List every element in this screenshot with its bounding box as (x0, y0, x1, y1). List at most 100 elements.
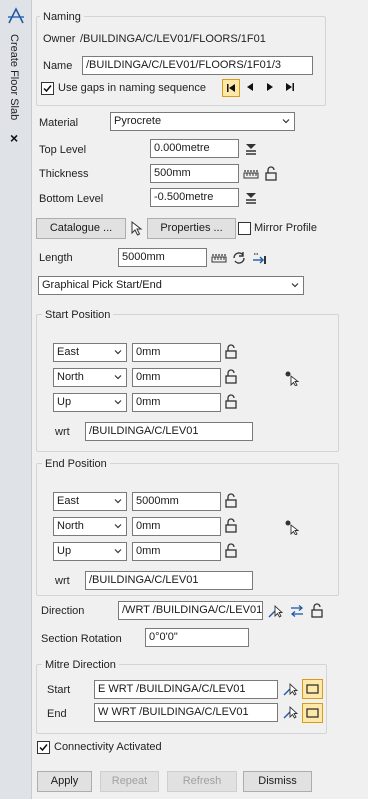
frame-icon (306, 708, 319, 718)
check-icon (39, 744, 48, 752)
side-panel-tab: Create Floor Slab × (0, 0, 32, 799)
align-direction-icon[interactable] (251, 250, 267, 266)
mitre-start-field[interactable]: E WRT /BUILDINGA/C/LEV01 (94, 680, 278, 699)
end-axis-east-value: East (57, 495, 80, 507)
top-level-label: Top Level (39, 144, 87, 156)
end-up-field[interactable]: 0mm (132, 542, 221, 561)
start-position-label: Start Position (42, 309, 114, 321)
unlock-icon[interactable] (223, 518, 239, 534)
mitre-end-field[interactable]: W WRT /BUILDINGA/C/LEV01 (94, 703, 278, 722)
last-button[interactable] (282, 79, 300, 97)
chevron-down-icon (114, 499, 122, 504)
unlock-icon[interactable] (263, 166, 279, 182)
owner-value: /BUILDINGA/C/LEV01/FLOORS/1F01 (80, 33, 266, 45)
mirror-profile-checkbox[interactable] (238, 222, 251, 235)
panel-title: Create Floor Slab (8, 34, 20, 121)
next-button[interactable] (262, 79, 280, 97)
check-icon (43, 85, 52, 93)
properties-button[interactable]: Properties ... (147, 218, 236, 239)
direction-label: Direction (41, 605, 85, 617)
material-value: Pyrocrete (114, 115, 162, 127)
pointer-icon[interactable] (129, 220, 145, 236)
next-icon (267, 83, 273, 91)
start-wrt-label: wrt (55, 426, 70, 438)
pick-level-icon[interactable] (243, 141, 259, 157)
close-icon[interactable]: × (10, 131, 18, 145)
mitre-end-label: End (47, 708, 67, 720)
end-axis-up-select[interactable]: Up (53, 542, 127, 561)
pick-level-icon[interactable] (243, 190, 259, 206)
thickness-field[interactable]: 500mm (150, 164, 239, 183)
start-north-field[interactable]: 0mm (132, 368, 221, 387)
pick-mode-value: Graphical Pick Start/End (42, 279, 162, 291)
unlock-icon[interactable] (223, 394, 239, 410)
apply-button[interactable]: Apply (37, 771, 92, 792)
start-axis-north-value: North (57, 371, 84, 383)
chevron-down-icon (114, 524, 122, 529)
material-select[interactable]: Pyrocrete (110, 112, 295, 131)
start-east-field[interactable]: 0mm (132, 343, 221, 362)
pick-direction-icon[interactable] (282, 704, 298, 720)
dismiss-button[interactable]: Dismiss (243, 771, 312, 792)
end-east-field[interactable]: 5000mm (132, 492, 221, 511)
section-rotation-field[interactable]: 0°0'0" (145, 628, 249, 647)
start-axis-north-select[interactable]: North (53, 368, 127, 387)
start-up-field[interactable]: 0mm (132, 393, 221, 412)
unlock-icon[interactable] (223, 543, 239, 559)
length-label: Length (39, 252, 73, 264)
pick-direction-icon[interactable] (282, 681, 298, 697)
chevron-down-icon (282, 119, 290, 124)
mitre-direction-group (36, 664, 327, 734)
owner-label: Owner (43, 33, 76, 45)
start-axis-east-select[interactable]: East (53, 343, 127, 362)
start-axis-up-select[interactable]: Up (53, 393, 127, 412)
end-axis-up-value: Up (57, 545, 72, 557)
start-wrt-field[interactable]: /BUILDINGA/C/LEV01 (85, 422, 253, 441)
naming-group-label: Naming (40, 11, 84, 23)
first-button[interactable] (222, 79, 240, 97)
rotate-icon[interactable] (231, 250, 247, 266)
previous-button[interactable] (242, 79, 260, 97)
section-rotation-label: Section Rotation (41, 633, 122, 645)
use-gaps-checkbox[interactable] (41, 82, 54, 95)
unlock-icon[interactable] (223, 344, 239, 360)
pick-direction-icon[interactable] (267, 603, 283, 619)
material-label: Material (39, 117, 79, 129)
end-wrt-label: wrt (55, 575, 70, 587)
repeat-button[interactable]: Repeat (100, 771, 159, 792)
measure-distance-icon[interactable] (243, 166, 259, 182)
top-level-field[interactable]: 0.000metre (150, 139, 239, 158)
name-label: Name (43, 60, 73, 72)
end-north-field[interactable]: 0mm (132, 517, 221, 536)
unlock-icon[interactable] (223, 493, 239, 509)
thickness-label: Thickness (39, 168, 89, 180)
refresh-button[interactable]: Refresh (167, 771, 237, 792)
end-axis-east-select[interactable]: East (53, 492, 127, 511)
bottom-level-field[interactable]: -0.500metre (150, 188, 239, 207)
length-field[interactable]: 5000mm (118, 248, 207, 267)
pick-position-icon[interactable] (284, 370, 300, 386)
mitre-end-toggle[interactable] (302, 703, 323, 723)
reverse-direction-icon[interactable] (289, 603, 305, 619)
catalogue-button[interactable]: Catalogue ... (36, 218, 126, 239)
mitre-start-toggle[interactable] (302, 679, 323, 699)
previous-icon (247, 83, 253, 91)
pick-mode-select[interactable]: Graphical Pick Start/End (38, 276, 304, 295)
pick-position-icon[interactable] (284, 519, 300, 535)
end-axis-north-select[interactable]: North (53, 517, 127, 536)
end-wrt-field[interactable]: /BUILDINGA/C/LEV01 (85, 571, 253, 590)
end-axis-north-value: North (57, 520, 84, 532)
measure-distance-icon[interactable] (211, 250, 227, 266)
direction-field[interactable]: /WRT /BUILDINGA/C/LEV01 (118, 601, 263, 620)
app-logo-icon (8, 7, 24, 24)
connectivity-checkbox[interactable] (37, 741, 50, 754)
mitre-direction-label: Mitre Direction (42, 659, 119, 671)
unlock-icon[interactable] (309, 603, 325, 619)
name-field[interactable]: /BUILDINGA/C/LEV01/FLOORS/1F01/3 (82, 56, 313, 75)
chevron-down-icon (114, 350, 122, 355)
start-axis-east-value: East (57, 346, 80, 358)
unlock-icon[interactable] (223, 369, 239, 385)
use-gaps-label: Use gaps in naming sequence (58, 82, 206, 94)
chevron-down-icon (114, 375, 122, 380)
mitre-start-label: Start (47, 684, 71, 696)
